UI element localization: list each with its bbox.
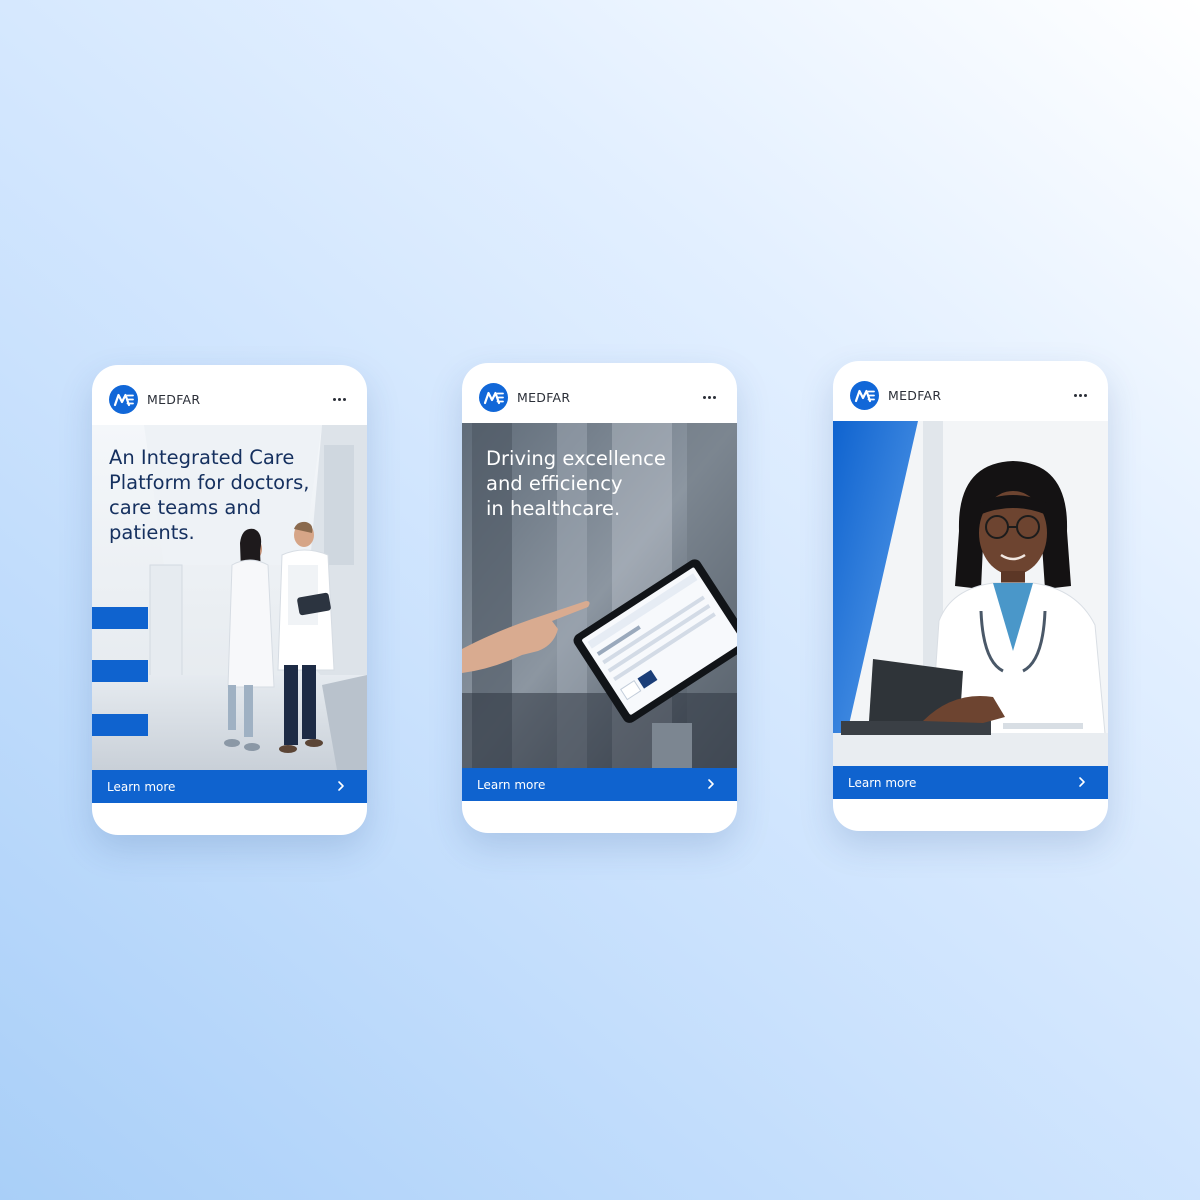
post-card-integrated-care: MEDFAR An Integrated Care Platform for d…	[92, 365, 367, 835]
card-headline: An Integrated Care Platform for doctors,…	[109, 446, 310, 544]
card-header: MEDFAR	[92, 365, 367, 425]
tablet-kiosk-photo: Driving excellence and efficiency in hea…	[462, 423, 737, 768]
brand-name: MEDFAR	[147, 392, 201, 407]
medfar-logo-icon	[850, 381, 879, 410]
doctor-laptop-illustration	[833, 421, 1108, 766]
more-options-icon[interactable]	[1074, 385, 1088, 405]
learn-more-label: Learn more	[477, 778, 546, 792]
learn-more-button[interactable]: Learn more	[833, 766, 1108, 799]
brand-name: MEDFAR	[888, 388, 942, 403]
card-header: MEDFAR	[833, 361, 1108, 421]
doctor-laptop-photo	[833, 421, 1108, 766]
card-headline: Driving excellence and efficiency in hea…	[486, 447, 666, 520]
post-card-driving-excellence: MEDFAR Driving excellence and efficiency…	[462, 363, 737, 833]
brand-name: MEDFAR	[517, 390, 571, 405]
learn-more-button[interactable]: Learn more	[462, 768, 737, 801]
medfar-logo-icon	[479, 383, 508, 412]
learn-more-label: Learn more	[848, 776, 917, 790]
learn-more-button[interactable]: Learn more	[92, 770, 367, 803]
card-header: MEDFAR	[462, 363, 737, 423]
chevron-right-icon	[708, 779, 714, 789]
chevron-right-icon	[338, 781, 344, 791]
more-options-icon[interactable]	[703, 387, 717, 407]
more-options-icon[interactable]	[333, 389, 347, 409]
hospital-corridor-photo: An Integrated Care Platform for doctors,…	[92, 425, 367, 770]
chevron-right-icon	[1079, 777, 1085, 787]
learn-more-label: Learn more	[107, 780, 176, 794]
medfar-logo-icon	[109, 385, 138, 414]
post-card-doctor-laptop: MEDFAR Learn more	[833, 361, 1108, 831]
